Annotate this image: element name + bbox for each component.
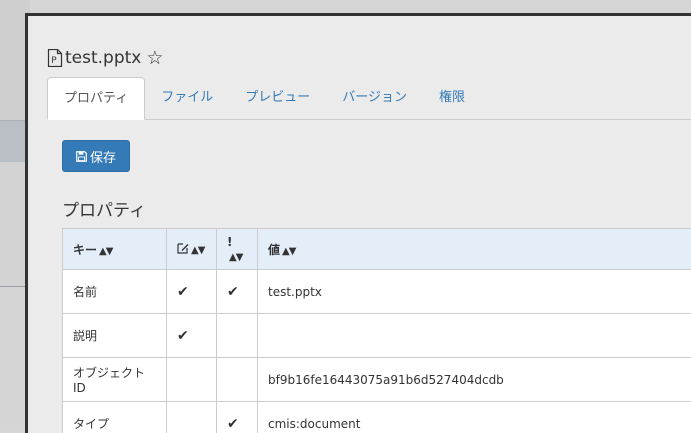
cell-required: ✔ bbox=[217, 270, 258, 314]
floppy-disk-icon bbox=[76, 151, 87, 162]
cell-value[interactable] bbox=[258, 314, 691, 358]
document-dialog: P test.pptx ☆ プロパティ ファイル プレビュー バージョン 権限 … bbox=[25, 13, 691, 433]
sort-icon: ▲▼ bbox=[229, 252, 242, 263]
cell-required bbox=[217, 358, 258, 402]
table-header-row: キー▲▼ ▲▼ ! ▲▼ 値▲▼ bbox=[63, 229, 691, 270]
column-header-required[interactable]: ! ▲▼ bbox=[217, 229, 258, 270]
cell-editable bbox=[167, 358, 217, 402]
tab-versions[interactable]: バージョン bbox=[326, 77, 423, 118]
dialog-title-text: test.pptx bbox=[65, 48, 141, 68]
required-mark: ! bbox=[227, 235, 232, 249]
tab-file[interactable]: ファイル bbox=[145, 77, 229, 118]
column-header-editable[interactable]: ▲▼ bbox=[167, 229, 217, 270]
cell-value[interactable]: test.pptx bbox=[258, 270, 691, 314]
edit-icon bbox=[177, 242, 189, 254]
sort-icon: ▲▼ bbox=[282, 246, 295, 257]
table-row: オブジェクトID bf9b16fe16443075a91b6d527404dcd… bbox=[63, 358, 691, 402]
check-icon: ✔ bbox=[227, 416, 239, 432]
tab-permissions[interactable]: 権限 bbox=[423, 77, 481, 118]
save-button-label: 保存 bbox=[90, 147, 116, 166]
sort-icon: ▲▼ bbox=[191, 245, 204, 256]
check-icon: ✔ bbox=[227, 284, 239, 300]
table-row: 説明 ✔ bbox=[63, 314, 691, 358]
section-title: プロパティ bbox=[62, 196, 146, 221]
cell-value: cmis:document bbox=[258, 402, 691, 433]
favorite-star-icon[interactable]: ☆ bbox=[146, 49, 163, 68]
cell-editable: ✔ bbox=[167, 270, 217, 314]
save-button[interactable]: 保存 bbox=[62, 140, 130, 172]
check-icon: ✔ bbox=[177, 284, 189, 300]
column-header-value[interactable]: 値▲▼ bbox=[258, 229, 691, 270]
tab-bar: プロパティ ファイル プレビュー バージョン 権限 bbox=[47, 77, 691, 120]
dialog-title: P test.pptx ☆ bbox=[47, 46, 163, 70]
cell-key: オブジェクトID bbox=[63, 358, 167, 402]
tab-properties[interactable]: プロパティ bbox=[47, 77, 145, 120]
cell-key: 名前 bbox=[63, 270, 167, 314]
svg-text:P: P bbox=[51, 56, 57, 66]
cell-required bbox=[217, 314, 258, 358]
check-icon: ✔ bbox=[177, 328, 189, 344]
tab-preview[interactable]: プレビュー bbox=[229, 77, 326, 118]
table-row: タイプ ✔ cmis:document bbox=[63, 402, 691, 433]
column-header-key[interactable]: キー▲▼ bbox=[63, 229, 167, 270]
sort-icon: ▲▼ bbox=[99, 246, 112, 257]
table-row: 名前 ✔ ✔ test.pptx bbox=[63, 270, 691, 314]
cell-key: 説明 bbox=[63, 314, 167, 358]
cell-editable: ✔ bbox=[167, 314, 217, 358]
properties-table: キー▲▼ ▲▼ ! ▲▼ 値▲▼ 名前 ✔ ✔ bbox=[62, 228, 691, 433]
cell-required: ✔ bbox=[217, 402, 258, 433]
cell-editable bbox=[167, 402, 217, 433]
cell-value: bf9b16fe16443075a91b6d527404dcdb bbox=[258, 358, 691, 402]
cell-key: タイプ bbox=[63, 402, 167, 433]
powerpoint-file-icon: P bbox=[47, 49, 63, 67]
